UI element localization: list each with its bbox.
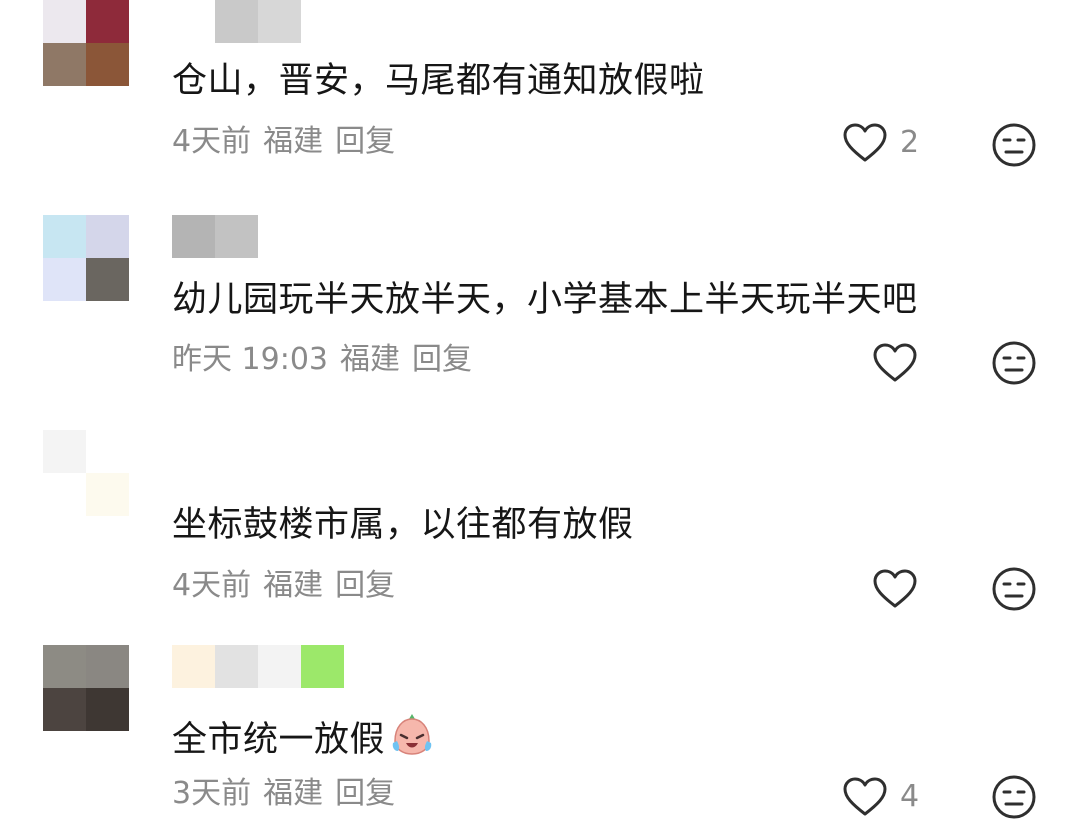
comment-item: 幼儿园玩半天放半天，小学基本上半天玩半天吧 昨天 19:03 福建 回复 [0,185,1080,415]
comment-text: 仓山，晋安，马尾都有通知放假啦 [172,61,705,101]
reply-button[interactable]: 回复 [412,342,472,377]
username[interactable] [215,0,301,43]
username[interactable] [172,215,258,258]
avatar-tile [86,258,129,301]
comment-time: 4天前 [172,568,252,603]
neutral-face-icon [992,123,1036,167]
avatar-tile [43,43,86,86]
comment-meta: 4天前 福建 回复 [172,568,407,604]
avatar-tile [43,473,86,516]
crying-laughing-emoji-icon [389,711,435,768]
avatar-tile [86,430,129,473]
dislike-button[interactable] [991,340,1037,386]
avatar-tile [43,430,86,473]
avatar-tile [86,215,129,258]
avatar-tile [86,688,129,731]
comment-time: 4天前 [172,124,252,159]
avatar[interactable] [43,645,129,731]
avatar-tile [43,645,86,688]
reply-button[interactable]: 回复 [335,776,395,811]
neutral-face-icon [992,341,1036,385]
avatar-tile [86,473,129,516]
avatar-tile [43,258,86,301]
reply-button[interactable]: 回复 [335,124,395,159]
dislike-button[interactable] [991,774,1037,820]
reply-button[interactable]: 回复 [335,568,395,603]
comment-meta: 4天前 福建 回复 [172,124,407,160]
comment-time: 昨天 19:03 [172,342,328,377]
avatar-tile [43,215,86,258]
avatar[interactable] [43,0,129,86]
comment-text: 坐标鼓楼市属，以往都有放假 [172,505,634,545]
avatar[interactable] [43,430,129,516]
like-button[interactable] [872,568,930,610]
heart-outline-icon [873,569,917,608]
dislike-button[interactable] [991,566,1037,612]
avatar-tile [43,0,86,43]
like-button[interactable]: 2 [842,122,919,164]
like-count: 4 [900,779,920,814]
heart-outline-icon [843,123,887,162]
dislike-button[interactable] [991,122,1037,168]
comment-item: 仓山，晋安，马尾都有通知放假啦 4天前 福建 回复 2 [0,0,1080,185]
username[interactable] [172,645,344,688]
comment-item: 坐标鼓楼市属，以往都有放假 4天前 福建 回复 [0,415,1080,640]
comment-meta: 3天前 福建 回复 [172,776,407,812]
avatar-tile [86,645,129,688]
comment-item: 全市统一放假 3天前 福建 回复 4 [0,640,1080,835]
like-button[interactable] [872,342,930,384]
comment-location: 福建 [340,342,400,377]
comment-time: 3天前 [172,776,252,811]
avatar-tile [86,0,129,43]
neutral-face-icon [992,567,1036,611]
heart-outline-icon [843,777,887,816]
comment-location: 福建 [263,124,324,159]
like-button[interactable]: 4 [842,776,919,818]
comment-text: 幼儿园玩半天放半天，小学基本上半天玩半天吧 [172,280,918,320]
comment-location: 福建 [263,776,324,811]
avatar-tile [43,688,86,731]
neutral-face-icon [992,775,1036,819]
comment-text: 全市统一放假 [172,711,435,768]
avatar[interactable] [43,215,129,301]
heart-outline-icon [873,343,917,382]
avatar-tile [86,43,129,86]
comment-location: 福建 [263,568,324,603]
like-count: 2 [900,125,920,160]
comment-meta: 昨天 19:03 福建 回复 [172,342,484,378]
